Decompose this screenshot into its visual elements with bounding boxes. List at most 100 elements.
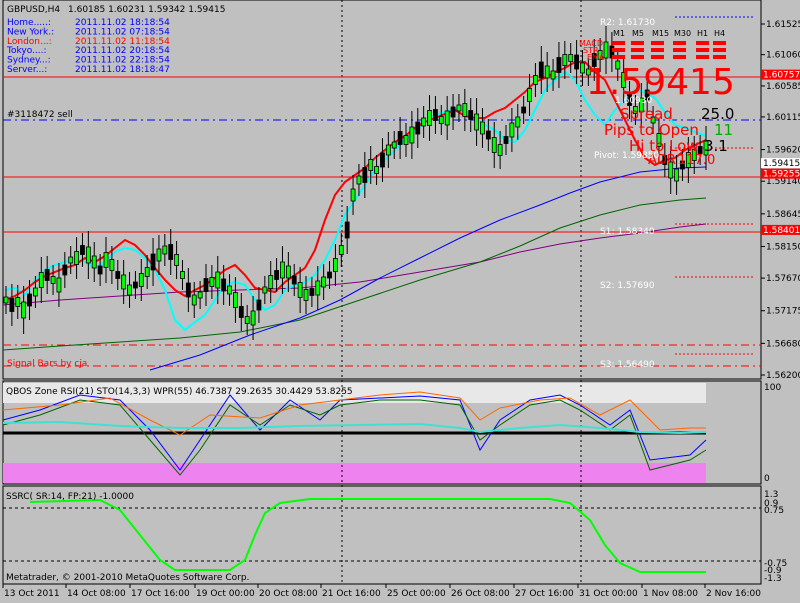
candle-bull: [533, 75, 538, 85]
price-tick-label: 1.56200: [766, 371, 800, 381]
oversold-zone: [3, 463, 706, 483]
candle-bull: [315, 280, 321, 296]
candle-bull: [33, 287, 38, 297]
signal-cell: [631, 41, 644, 45]
candle-bull: [21, 301, 27, 319]
signal-cell: [696, 41, 709, 45]
candle-bull: [568, 54, 574, 62]
candle-bear: [150, 253, 156, 271]
candle-bull: [421, 117, 427, 127]
candle-bull: [338, 245, 344, 255]
ssrc-axis-label: 0.75: [764, 506, 784, 516]
time-axis: 13 Oct 2011 14 Oct 08:00 17 Oct 16:00 19 Oc…: [2, 584, 761, 599]
candle-bull: [480, 121, 485, 135]
candle-bull: [285, 265, 291, 279]
candle-bull: [350, 188, 356, 202]
candle-bull: [244, 316, 250, 324]
adr-value: 117.0: [678, 153, 715, 168]
signal-cell: [673, 48, 686, 52]
time-tick-label: 19 Oct 00:00: [196, 589, 255, 599]
candle-bear: [9, 298, 15, 312]
price-tick-label: 1.56680: [766, 339, 800, 349]
ssrc-axis-label: -1.3: [764, 574, 782, 584]
candle-bear: [362, 167, 368, 183]
signal-cell: [651, 55, 664, 59]
candle-bull: [497, 144, 503, 156]
candle-bull: [127, 284, 132, 296]
candle-bear: [27, 293, 32, 307]
candle-bear: [80, 245, 85, 255]
candle-bull: [233, 292, 238, 308]
candle-bull: [462, 103, 468, 117]
quote-label: 1.60185 1.60231 1.59342 1.59415: [68, 5, 225, 15]
signal-cell: [612, 55, 625, 59]
chart-canvas[interactable]: 1.615251.610601.605851.601151.596201.591…: [0, 0, 800, 600]
signal-cell: [713, 41, 726, 45]
candle-bull: [50, 276, 56, 284]
candle-bull: [144, 267, 150, 277]
candle-bear: [521, 106, 527, 114]
osc-axis-max: 100: [764, 383, 781, 393]
osc-axis-min: 0: [764, 474, 770, 484]
candle-bull: [180, 271, 185, 279]
candle-bull: [374, 166, 379, 174]
price-tick-label: 1.60585: [766, 82, 800, 92]
timeframe-label: M30: [674, 29, 691, 38]
candle-bear: [538, 61, 544, 79]
candle-bull: [268, 275, 274, 289]
price-tick-label: 1.59620: [766, 146, 800, 156]
candle-bull: [15, 297, 21, 307]
signal-cell: [713, 55, 726, 59]
signal-cell: [696, 48, 709, 52]
candle-bull: [280, 261, 285, 279]
signal-cell: [651, 48, 664, 52]
price-tick-label: 1.57670: [766, 274, 800, 284]
candle-bull: [550, 70, 556, 80]
candle-bull: [91, 255, 97, 269]
candle-bull: [38, 272, 44, 288]
candle-bull: [456, 104, 462, 112]
candle-bull: [56, 277, 62, 293]
candle-bull: [103, 252, 109, 268]
timeframe-label: H1: [697, 29, 708, 38]
candle-bull: [227, 285, 232, 295]
candle-bear: [327, 271, 332, 279]
candle-bull: [215, 271, 221, 289]
candle-bull: [527, 88, 532, 102]
candle-bear: [397, 131, 403, 145]
time-tick-label: 27 Oct 16:00: [515, 589, 574, 599]
candle-bull: [580, 62, 585, 74]
time-tick-label: 2 Nov 16:00: [706, 589, 761, 599]
signal-row-label: EMA: [587, 53, 605, 62]
candle-bull: [297, 282, 303, 298]
time-tick-label: 14 Oct 08:00: [67, 589, 126, 599]
signal-cell: [713, 48, 726, 52]
candle-bull: [427, 110, 432, 126]
timeframe-label: M5: [632, 29, 644, 38]
time-tick-label: 13 Oct 2011: [4, 589, 60, 599]
signal-cell: [651, 41, 664, 45]
candle-bear: [556, 57, 562, 73]
candle-bull: [191, 294, 197, 306]
candle-bear: [115, 271, 121, 279]
candle-bull: [368, 159, 374, 171]
price-tick-label: 1.57175: [766, 307, 800, 317]
candle-bull: [391, 141, 397, 149]
time-tick-label: 1 Nov 08:00: [643, 589, 698, 599]
signal-cell: [612, 41, 625, 45]
candle-bear: [415, 121, 421, 135]
price-tick-label: 1.61525: [766, 20, 800, 30]
candle-bull: [156, 248, 162, 262]
symbol-label: GBPUSD,H4: [7, 5, 60, 15]
candle-bull: [162, 245, 168, 255]
candle-bull: [109, 259, 115, 271]
time-tick-label: 21 Oct 16:00: [322, 589, 381, 599]
signal-cell: [673, 41, 686, 45]
candle-bear: [238, 306, 244, 318]
time-tick-label: 17 Oct 16:00: [131, 589, 190, 599]
candle-bull: [562, 54, 568, 66]
clock-label: Server...:: [7, 65, 47, 75]
candle-bear: [468, 110, 474, 120]
candle-bear: [203, 278, 209, 292]
candle-bear: [503, 136, 509, 144]
